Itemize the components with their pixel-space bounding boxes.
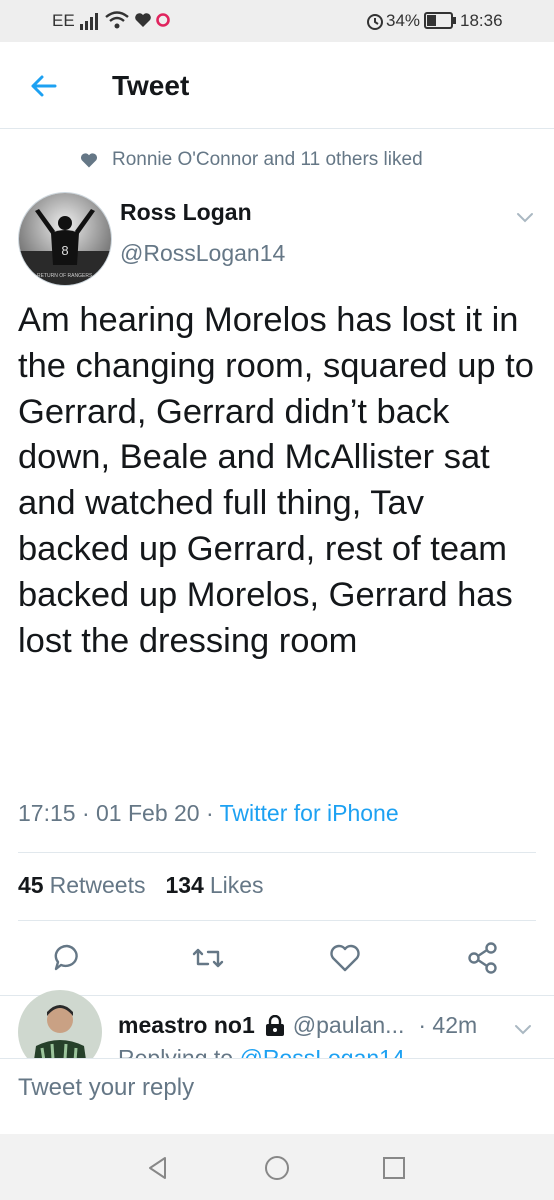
lock-icon <box>265 1014 284 1036</box>
tweet-stats: 45 Retweets 134 Likes <box>18 872 264 899</box>
retweets-label: Retweets <box>49 872 146 898</box>
meta-separator: · <box>81 800 97 826</box>
circle-home-icon <box>265 1156 289 1180</box>
tweet-time: 17:15 <box>18 800 76 826</box>
likes-stat[interactable]: 134 Likes <box>165 872 263 899</box>
reply-header: meastro no1 @paulan... · 42m <box>118 1012 477 1039</box>
retweet-button[interactable] <box>186 936 230 980</box>
chevron-down-icon <box>515 1025 531 1035</box>
back-button[interactable] <box>24 66 64 106</box>
meta-separator: · <box>206 800 220 826</box>
share-icon <box>468 942 497 974</box>
nav-back-button[interactable] <box>144 1154 172 1182</box>
author-handle[interactable]: @RossLogan14 <box>120 240 285 267</box>
author-name[interactable]: Ross Logan <box>120 199 252 226</box>
author-avatar[interactable]: 8 RETURN OF RANGERS <box>18 192 112 286</box>
share-button[interactable] <box>461 936 505 980</box>
tweet-text: Am hearing Morelos has lost it in the ch… <box>18 301 534 660</box>
replying-to-handle[interactable]: @RossLogan14 <box>239 1045 404 1058</box>
liked-by-text: Ronnie O'Connor and 11 others liked <box>112 149 423 170</box>
divider <box>18 920 536 921</box>
divider <box>18 852 536 853</box>
likes-count: 134 <box>165 872 204 898</box>
retweet-icon <box>192 948 224 968</box>
nav-recents-button[interactable] <box>380 1154 408 1182</box>
replying-to-label: Replying to <box>118 1045 234 1058</box>
divider <box>0 995 554 996</box>
square-recents-icon <box>383 1157 405 1179</box>
retweets-stat[interactable]: 45 Retweets <box>18 872 145 899</box>
status-bar: EE 34% 18:36 <box>0 0 554 42</box>
heart-status-icon <box>134 12 152 33</box>
likes-label: Likes <box>209 872 264 898</box>
back-arrow-icon <box>31 75 57 97</box>
battery-percent: 34% <box>386 11 421 30</box>
replying-to-line: Replying to @RossLogan14 <box>118 1044 405 1058</box>
battery-icon <box>424 12 456 34</box>
tweet-timestamp: 17:15 · 01 Feb 20 · Twitter for iPhone <box>18 800 399 827</box>
page-title: Tweet <box>112 70 190 101</box>
heart-icon <box>80 153 98 168</box>
triangle-back-icon <box>149 1157 166 1179</box>
tweet-source-link[interactable]: Twitter for iPhone <box>220 800 399 826</box>
nav-home-button[interactable] <box>263 1154 291 1182</box>
reply-author-name[interactable]: meastro no1 <box>118 1012 255 1039</box>
avatar-number: 8 <box>61 243 68 258</box>
retweets-count: 45 <box>18 872 44 898</box>
app-header: Tweet <box>0 42 554 129</box>
tweet-date: 01 Feb 20 <box>96 800 200 826</box>
reply-options-button[interactable] <box>510 1016 536 1042</box>
tweet-options-button[interactable] <box>512 204 538 230</box>
social-context: Ronnie O'Connor and 11 others liked <box>80 146 423 174</box>
reply-button[interactable] <box>45 936 89 980</box>
reply-icon <box>54 944 78 971</box>
alarm-icon <box>365 11 385 36</box>
reply-input[interactable]: Tweet your reply <box>18 1074 194 1102</box>
signal-icon <box>80 12 102 35</box>
clock: 18:36 <box>460 11 503 30</box>
chevron-down-icon <box>517 213 533 223</box>
like-button[interactable] <box>323 936 367 980</box>
reply-timestamp: · 42m <box>418 1012 478 1038</box>
wifi-icon <box>104 10 130 35</box>
heart-outline-icon <box>330 944 360 972</box>
reply-author-handle[interactable]: @paulan... <box>293 1012 405 1039</box>
avatar-caption: RETURN OF RANGERS <box>37 273 93 279</box>
notification-dot-icon <box>155 12 171 33</box>
avatar-image: 8 RETURN OF RANGERS <box>19 193 111 285</box>
carrier-label: EE <box>52 11 75 30</box>
